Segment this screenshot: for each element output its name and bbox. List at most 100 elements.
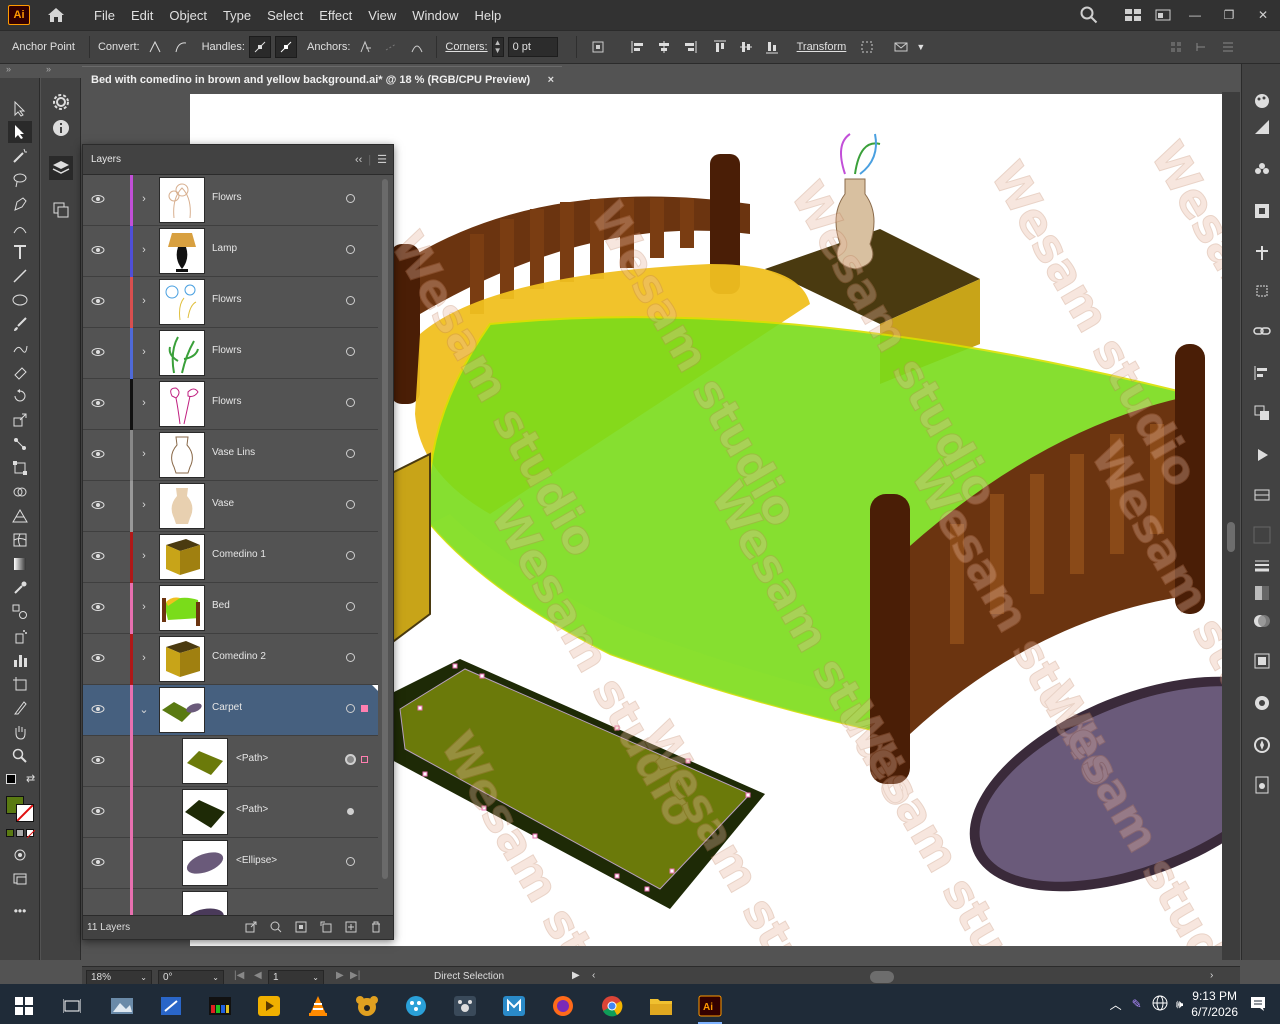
gradient-tool-icon[interactable] [8, 553, 32, 575]
visibility-eye-icon[interactable] [91, 702, 105, 716]
target-icon[interactable] [346, 347, 355, 356]
network-globe-icon[interactable] [1152, 995, 1168, 1014]
dock-collapse-icon[interactable]: » [46, 64, 51, 78]
artboards-panel-icon[interactable] [49, 198, 73, 222]
align-bottom-icon[interactable] [761, 36, 783, 58]
transparency-icon[interactable] [1251, 610, 1273, 632]
panel-menu-icon[interactable]: ☰ [377, 154, 387, 166]
zoom-tool-icon[interactable] [8, 745, 32, 767]
target-icon[interactable] [346, 551, 355, 560]
layers-scrollbar[interactable] [380, 179, 390, 914]
magic-wand-icon[interactable] [8, 145, 32, 167]
pathfinder-icon[interactable] [1251, 402, 1273, 424]
visibility-eye-icon[interactable] [91, 447, 105, 461]
last-artboard-icon[interactable]: ▶| [350, 970, 360, 981]
align-left-icon[interactable] [627, 36, 649, 58]
close-document-icon[interactable]: × [548, 74, 554, 86]
perspective-grid-icon[interactable] [8, 505, 32, 527]
layer-name[interactable]: Flowrs [212, 345, 241, 356]
sublayer-name[interactable]: <Path> [236, 753, 268, 764]
align-center-icon[interactable] [653, 36, 675, 58]
visibility-eye-icon[interactable] [91, 549, 105, 563]
chevron-down-icon[interactable]: ▼ [916, 42, 925, 52]
search-icon[interactable] [1074, 0, 1104, 30]
shape-builder-icon[interactable] [8, 481, 32, 503]
align-middle-icon[interactable] [735, 36, 757, 58]
home-icon[interactable] [46, 5, 66, 25]
photos-icon[interactable] [102, 988, 142, 1024]
color-mode-icon[interactable] [6, 829, 14, 837]
layer-name[interactable]: Lamp [212, 243, 237, 254]
layer-name[interactable]: Carpet [212, 702, 242, 713]
puppet-icon[interactable] [1191, 36, 1213, 58]
document-tab[interactable]: Bed with comedino in brown and yellow ba… [82, 66, 562, 92]
curvature-tool-icon[interactable] [8, 217, 32, 239]
artboard-tool-icon[interactable] [8, 673, 32, 695]
layers-panel-icon[interactable] [49, 156, 73, 180]
pen-tool-icon[interactable] [8, 193, 32, 215]
chevron-right-icon[interactable]: › [138, 191, 150, 207]
volume-icon[interactable]: 🕪 [1176, 997, 1184, 1012]
properties-gear-icon[interactable] [49, 90, 73, 114]
arrange-documents-icon[interactable] [1148, 0, 1178, 30]
layer-row[interactable]: › Flowrs [83, 328, 378, 379]
grid-toggle-icon[interactable] [1165, 36, 1187, 58]
paint3d-icon[interactable] [396, 988, 436, 1024]
crop-icon[interactable] [1251, 280, 1273, 302]
restore-icon[interactable]: ❐ [1212, 0, 1246, 30]
layer-row-selected[interactable]: ⌄ Carpet [83, 685, 378, 736]
close-window-icon[interactable]: ✕ [1246, 0, 1280, 30]
menu-window[interactable]: Window [412, 8, 458, 23]
chevron-down-icon[interactable]: ⌄ [212, 973, 219, 982]
navigator-icon[interactable] [1251, 734, 1273, 756]
target-icon[interactable] [346, 602, 355, 611]
layers-scroll-thumb[interactable] [382, 179, 388, 879]
align-panel-icon[interactable] [1251, 362, 1273, 384]
shaper-tool-icon[interactable] [8, 337, 32, 359]
layer-row[interactable]: › Comedino 1 [83, 532, 378, 583]
layer-name[interactable]: Vase Lins [212, 447, 255, 458]
panel-separator-handle[interactable] [1251, 524, 1273, 546]
layer-name[interactable]: Comedino 2 [212, 651, 266, 662]
mesh-tool-icon[interactable] [8, 529, 32, 551]
target-icon[interactable] [346, 500, 355, 509]
sublayer-name[interactable]: <Path> [236, 804, 268, 815]
rotation-field[interactable]: 0° ⌄ [158, 970, 224, 985]
blend-tool-icon[interactable] [8, 601, 32, 623]
paintbrush-icon[interactable] [8, 313, 32, 335]
draw-mode-icon[interactable] [8, 844, 32, 866]
vertical-scroll-thumb[interactable] [1227, 522, 1235, 552]
actions-play-icon[interactable] [1251, 444, 1273, 466]
convert-to-smooth-icon[interactable] [170, 36, 192, 58]
sublayer-row[interactable]: <Path> [83, 736, 378, 787]
locate-object-icon[interactable] [269, 920, 283, 934]
layer-name[interactable]: Bed [212, 600, 230, 611]
document-info-icon[interactable] [1251, 774, 1273, 796]
corners-label[interactable]: Corners: [445, 41, 487, 53]
next-artboard-icon[interactable]: ▶ [336, 970, 344, 981]
scroll-right-icon[interactable]: › [1210, 970, 1213, 981]
firefox-icon[interactable] [543, 988, 583, 1024]
color-guide-icon[interactable] [1251, 116, 1273, 138]
layer-row[interactable]: › Lamp [83, 226, 378, 277]
selection-indicator[interactable] [361, 705, 368, 712]
show-hidden-icons-icon[interactable]: ︿ [1110, 996, 1122, 1013]
isolate-icon[interactable] [856, 36, 878, 58]
cut-path-icon[interactable] [406, 36, 428, 58]
menu-object[interactable]: Object [169, 8, 207, 23]
column-graph-icon[interactable] [8, 649, 32, 671]
target-icon[interactable] [346, 704, 355, 713]
player-icon[interactable] [249, 988, 289, 1024]
chevron-right-icon[interactable]: › [138, 446, 150, 462]
envelope-icon[interactable] [890, 36, 912, 58]
sublayer-row-partial[interactable] [83, 889, 378, 917]
gradient-mode-icon[interactable] [16, 829, 24, 837]
target-icon[interactable] [345, 754, 356, 765]
menu-file[interactable]: File [94, 8, 115, 23]
align-top-icon[interactable] [709, 36, 731, 58]
visibility-eye-icon[interactable] [91, 804, 105, 818]
swap-colors-icon[interactable]: ⇄ [26, 772, 35, 785]
rotate-tool-icon[interactable] [8, 385, 32, 407]
corners-input[interactable]: 0 pt [507, 37, 558, 57]
chevron-right-icon[interactable]: › [138, 293, 150, 309]
